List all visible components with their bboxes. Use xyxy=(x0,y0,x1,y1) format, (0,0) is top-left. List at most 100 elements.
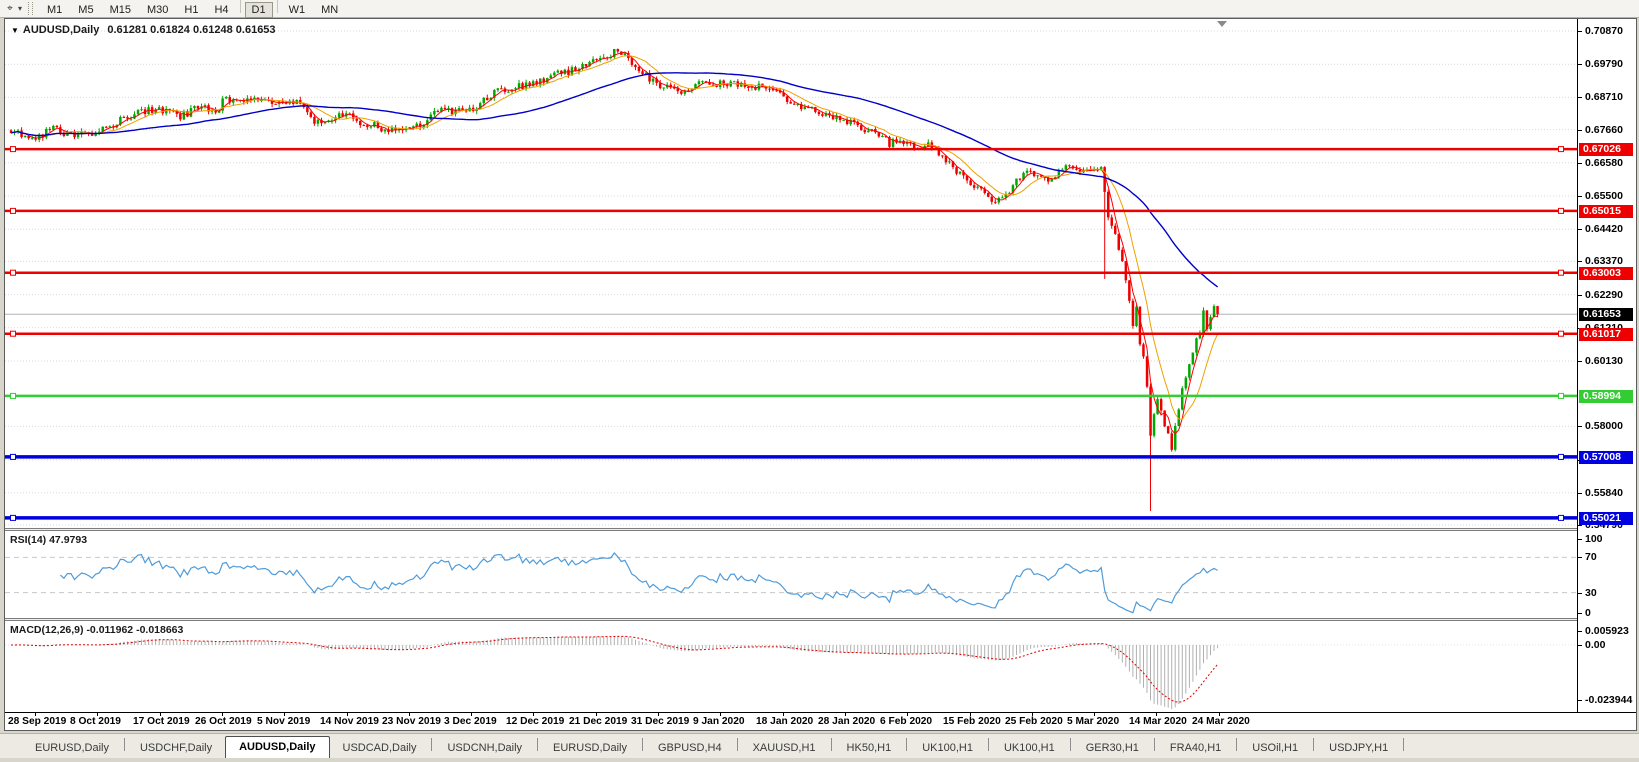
line-handle[interactable] xyxy=(11,147,16,152)
line-handle[interactable] xyxy=(11,393,16,398)
chart-tab-uk100-h1[interactable]: UK100,H1 xyxy=(909,739,986,758)
timeframe-button-m1[interactable]: M1 xyxy=(40,2,69,18)
price-tick-label: 0.67660 xyxy=(1585,124,1623,136)
tab-separator xyxy=(906,738,907,751)
price-tick-label: 0.69790 xyxy=(1585,58,1623,70)
line-handle[interactable] xyxy=(11,208,16,213)
toolbar-grip[interactable] xyxy=(28,2,33,15)
line-handle[interactable] xyxy=(11,270,16,275)
date-label: 26 Oct 2019 xyxy=(195,716,252,727)
macd-tick-label: 0.005923 xyxy=(1585,625,1629,637)
line-handle[interactable] xyxy=(11,454,16,459)
axis-tick xyxy=(1578,163,1582,164)
price-tick-label: 0.68710 xyxy=(1585,91,1623,103)
line-handle[interactable] xyxy=(11,331,16,336)
rsi-indicator-pane[interactable] xyxy=(5,531,1577,619)
macd-tick-label: -0.023944 xyxy=(1585,694,1632,706)
axis-tick xyxy=(1578,64,1582,65)
date-label: 9 Jan 2020 xyxy=(693,716,745,727)
chart-tab-usdcad-daily[interactable]: USDCAD,Daily xyxy=(330,739,430,758)
price-tick-label: 0.63370 xyxy=(1585,255,1623,267)
price-level-badge: 0.65015 xyxy=(1579,205,1633,218)
chart-tab-eurusd-daily[interactable]: EURUSD,Daily xyxy=(22,739,122,758)
date-label: 24 Mar 2020 xyxy=(1192,716,1250,727)
date-axis[interactable]: 28 Sep 20198 Oct 201917 Oct 201926 Oct 2… xyxy=(5,712,1636,730)
date-label: 21 Dec 2019 xyxy=(569,716,627,727)
price-axis[interactable]: 0.708700.697900.687100.676600.665800.655… xyxy=(1577,19,1636,712)
macd-label: MACD(12,26,9) -0.011962 -0.018663 xyxy=(10,624,183,636)
axis-tick xyxy=(1578,525,1582,526)
price-tick-label: 0.65500 xyxy=(1585,190,1623,202)
timeframe-button-mn[interactable]: MN xyxy=(314,2,345,18)
chart-tab-hk50-h1[interactable]: HK50,H1 xyxy=(834,739,905,758)
chart-title: ▼AUDUSD,Daily0.61281 0.61824 0.61248 0.6… xyxy=(11,24,276,36)
timeframe-button-m30[interactable]: M30 xyxy=(140,2,175,18)
crosshair-tool-icon[interactable]: ⌖ xyxy=(3,2,17,15)
line-handle[interactable] xyxy=(1559,454,1564,459)
timeframe-button-h1[interactable]: H1 xyxy=(177,2,205,18)
timeframe-button-m5[interactable]: M5 xyxy=(71,2,100,18)
chart-tab-eurusd-daily[interactable]: EURUSD,Daily xyxy=(540,739,640,758)
price-level-badge: 0.67026 xyxy=(1579,143,1633,156)
chart-tab-usdchf-daily[interactable]: USDCHF,Daily xyxy=(127,739,225,758)
price-tick-label: 0.70870 xyxy=(1585,25,1623,37)
date-label: 14 Nov 2019 xyxy=(320,716,379,727)
line-handle[interactable] xyxy=(1559,515,1564,520)
tab-separator xyxy=(1070,738,1071,751)
timeframe-button-h4[interactable]: H4 xyxy=(207,2,235,18)
timeframe-button-d1[interactable]: D1 xyxy=(245,2,273,18)
chart-tab-uk100-h1[interactable]: UK100,H1 xyxy=(991,739,1068,758)
macd-indicator-pane[interactable] xyxy=(5,621,1577,711)
tab-separator xyxy=(431,738,432,751)
price-level-badge: 0.55021 xyxy=(1579,512,1633,525)
line-handle[interactable] xyxy=(11,515,16,520)
date-label: 8 Oct 2019 xyxy=(70,716,121,727)
chevron-down-icon[interactable]: ▾ xyxy=(18,4,22,13)
chart-tab-usdcnh-daily[interactable]: USDCNH,Daily xyxy=(434,739,535,758)
macd-histogram xyxy=(11,636,1218,709)
price-tick-label: 0.58000 xyxy=(1585,420,1623,432)
axis-tick xyxy=(1578,295,1582,296)
axis-tick xyxy=(1578,557,1582,558)
current-price-badge: 0.61653 xyxy=(1579,308,1633,321)
date-label: 23 Nov 2019 xyxy=(382,716,441,727)
timeframe-button-m15[interactable]: M15 xyxy=(103,2,138,18)
price-tick-label: 0.64420 xyxy=(1585,223,1623,235)
rsi-tick-label: 70 xyxy=(1585,551,1597,563)
date-label: 12 Dec 2019 xyxy=(506,716,564,727)
timeframe-button-w1[interactable]: W1 xyxy=(282,2,313,18)
line-handle[interactable] xyxy=(1559,147,1564,152)
tab-separator xyxy=(537,738,538,751)
line-handle[interactable] xyxy=(1559,270,1564,275)
date-label: 15 Feb 2020 xyxy=(943,716,1001,727)
chart-symbol-label: AUDUSD,Daily xyxy=(23,24,99,36)
axis-tick xyxy=(1578,539,1582,540)
line-handle[interactable] xyxy=(1559,331,1564,336)
chart-tab-usoil-h1[interactable]: USOil,H1 xyxy=(1239,739,1311,758)
chart-tab-xauusd-h1[interactable]: XAUUSD,H1 xyxy=(740,739,829,758)
axis-tick xyxy=(1578,613,1582,614)
chart-tab-usdjpy-h1[interactable]: USDJPY,H1 xyxy=(1316,739,1401,758)
chart-tab-gbpusd-h4[interactable]: GBPUSD,H4 xyxy=(645,739,735,758)
axis-tick xyxy=(1578,261,1582,262)
chart-tab-audusd-daily[interactable]: AUDUSD,Daily xyxy=(225,736,329,758)
line-handle[interactable] xyxy=(1559,208,1564,213)
chart-tab-fra40-h1[interactable]: FRA40,H1 xyxy=(1157,739,1234,758)
price-level-badge: 0.57008 xyxy=(1579,451,1633,464)
chart-tab-bar: EURUSD,DailyUSDCHF,DailyAUDUSD,DailyUSDC… xyxy=(0,733,1639,758)
rsi-tick-label: 100 xyxy=(1585,533,1603,545)
tab-separator xyxy=(831,738,832,751)
collapse-triangle-icon[interactable]: ▼ xyxy=(11,26,19,35)
candlestick-series xyxy=(10,49,1219,511)
price-chart-pane[interactable] xyxy=(5,19,1577,528)
axis-tick xyxy=(1578,645,1582,646)
line-handle[interactable] xyxy=(1559,393,1564,398)
toolbar-separator xyxy=(240,0,241,13)
axis-tick xyxy=(1578,130,1582,131)
chart-tab-ger30-h1[interactable]: GER30,H1 xyxy=(1073,739,1152,758)
axis-tick xyxy=(1578,229,1582,230)
chart-shift-marker-icon[interactable] xyxy=(1217,21,1227,27)
price-tick-label: 0.55840 xyxy=(1585,487,1623,499)
tab-separator xyxy=(1313,738,1314,751)
date-label: 17 Oct 2019 xyxy=(133,716,190,727)
